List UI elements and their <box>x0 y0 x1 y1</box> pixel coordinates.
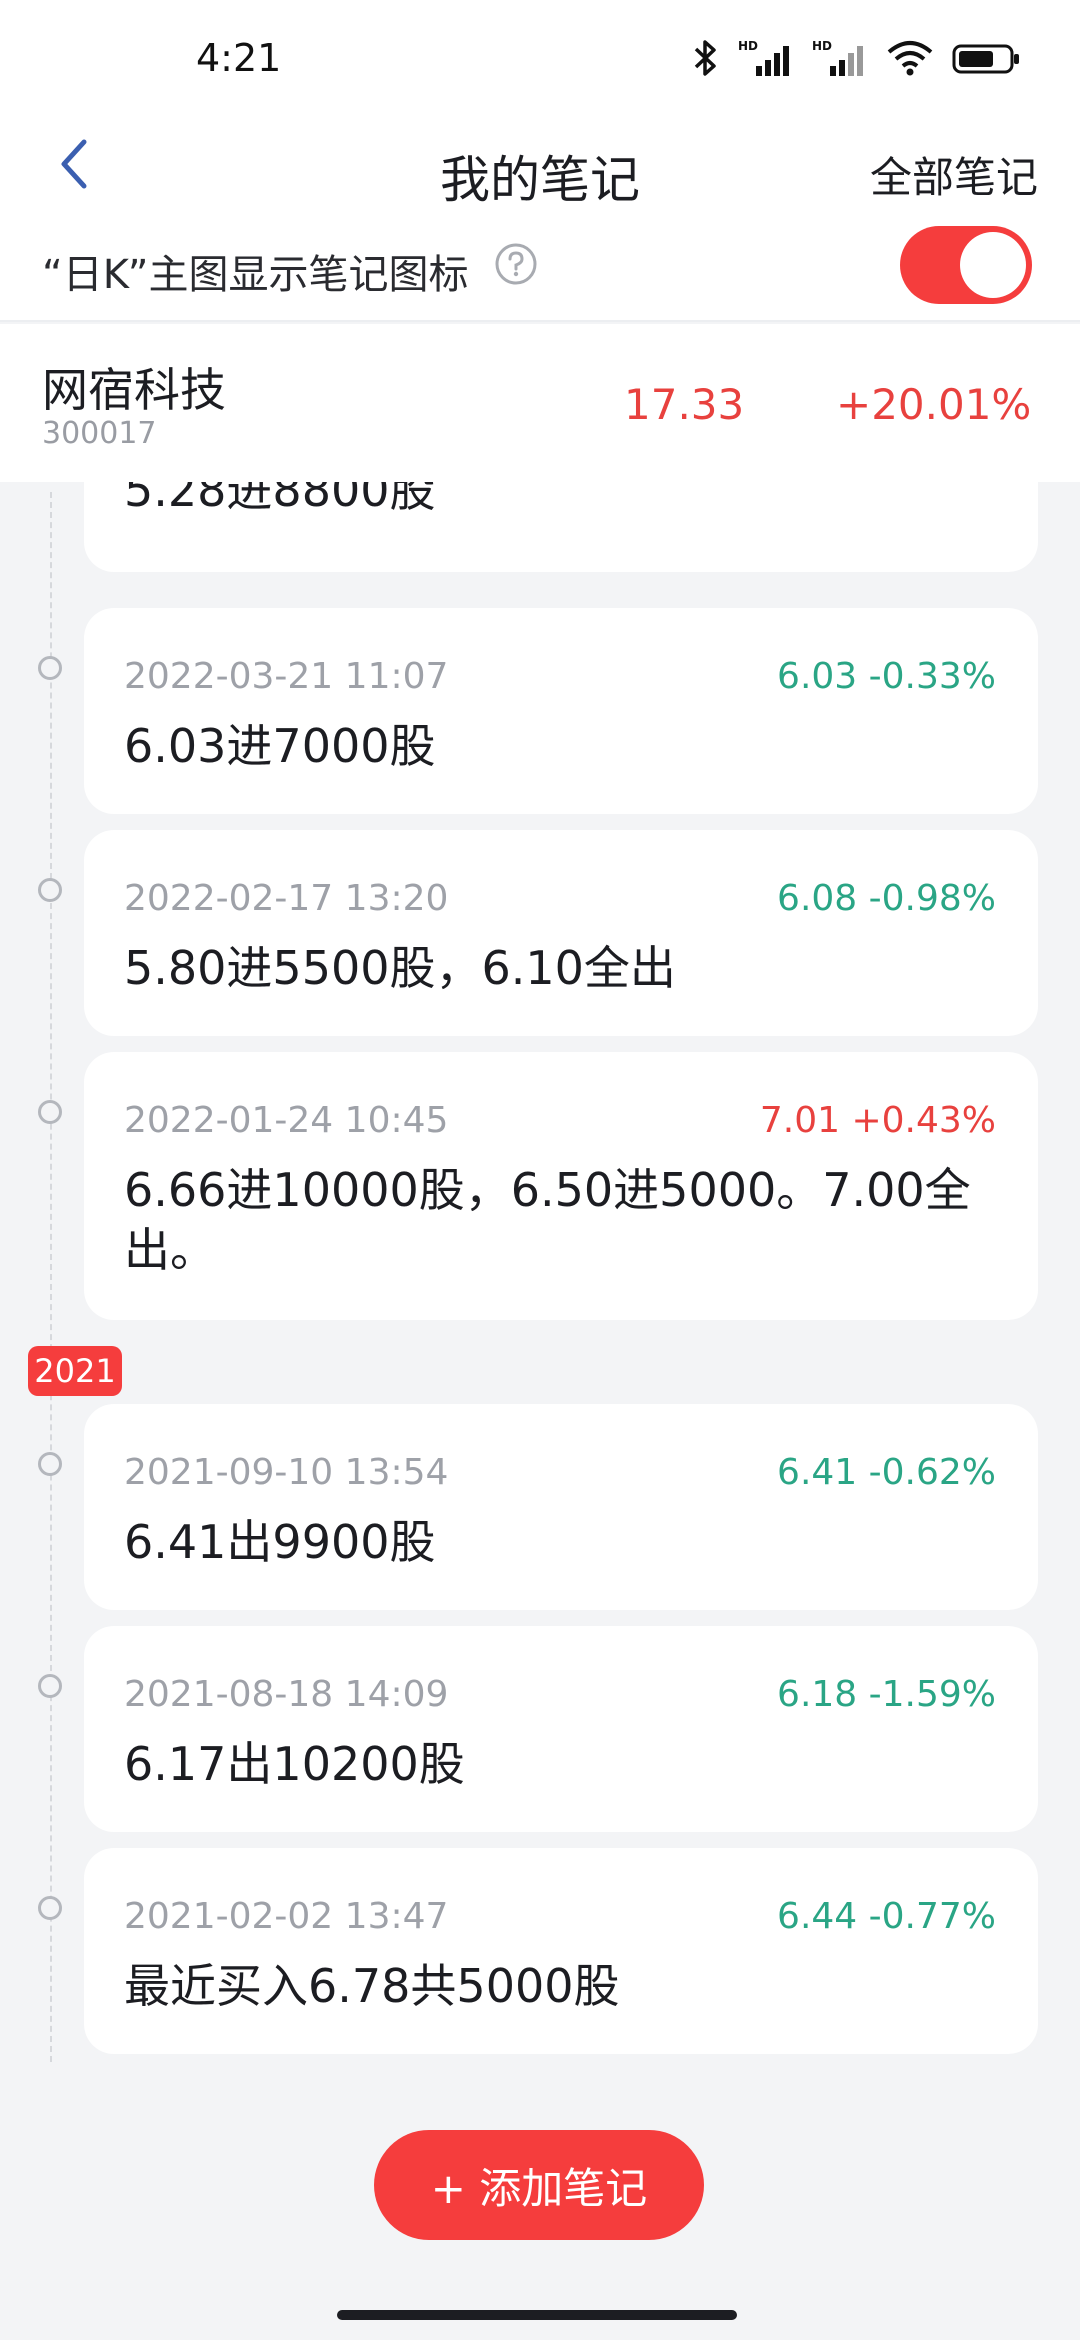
note-card[interactable]: 2021-09-10 13:54 6.41 -0.62% 6.41出9900股 <box>84 1404 1038 1610</box>
stock-code: 300017 <box>42 416 157 451</box>
note-quote: 7.01 +0.43% <box>759 1100 996 1141</box>
wifi-icon <box>886 38 934 78</box>
signal-hd-icon: HD <box>812 38 868 78</box>
timeline-dot <box>38 1100 62 1124</box>
timeline-dot <box>38 1452 62 1476</box>
all-notes-link[interactable]: 全部笔记 <box>870 144 1038 205</box>
timeline-dot <box>38 656 62 680</box>
hd-label: HD <box>738 39 758 53</box>
note-text: 6.41出9900股 <box>124 1515 436 1569</box>
year-badge: 2021 <box>28 1346 122 1396</box>
toggle-knob <box>960 232 1026 298</box>
timeline-dot <box>38 1674 62 1698</box>
note-text: 6.66进10000股，6.50进5000。7.00全出。 <box>124 1163 971 1277</box>
note-card[interactable]: 2022-03-21 11:07 6.03 -0.33% 6.03进7000股 <box>84 608 1038 814</box>
note-card[interactable]: 2022-02-17 13:20 6.08 -0.98% 5.80进5500股，… <box>84 830 1038 1036</box>
note-card[interactable]: 2021-02-02 13:47 6.44 -0.77% 最近买入6.78共50… <box>84 1848 1038 2054</box>
note-date: 2021-09-10 13:54 <box>124 1452 449 1493</box>
note-card[interactable]: 5.28进8800股 <box>84 482 1038 572</box>
note-date: 2022-01-24 10:45 <box>124 1100 449 1141</box>
add-note-button[interactable]: + 添加笔记 <box>374 2130 704 2240</box>
note-text: 6.03进7000股 <box>124 719 436 773</box>
note-card[interactable]: 2021-08-18 14:09 6.18 -1.59% 6.17出10200股 <box>84 1626 1038 1832</box>
timeline-line <box>50 492 52 2062</box>
status-icons: HD HD <box>690 38 1022 78</box>
note-text: 6.17出10200股 <box>124 1737 465 1791</box>
note-card[interactable]: 2022-01-24 10:45 7.01 +0.43% 6.66进10000股… <box>84 1052 1038 1320</box>
note-quote: 6.44 -0.77% <box>777 1896 996 1937</box>
signal-hd-icon: HD <box>738 38 794 78</box>
bluetooth-icon <box>690 38 720 78</box>
note-date: 2021-02-02 13:47 <box>124 1896 449 1937</box>
note-quote: 6.08 -0.98% <box>777 878 996 919</box>
kline-setting-label: “日K”主图显示笔记图标 <box>42 252 469 298</box>
timeline-dot <box>38 1896 62 1920</box>
note-quote: 6.03 -0.33% <box>777 656 996 697</box>
stock-name: 网宿科技 <box>42 363 226 417</box>
battery-icon <box>952 38 1022 78</box>
kline-setting-row: “日K”主图显示笔记图标 <box>0 222 1080 322</box>
nav-bar: 我的笔记 全部笔记 <box>0 110 1080 222</box>
question-circle-icon[interactable] <box>494 242 538 286</box>
kline-icon-toggle[interactable] <box>900 226 1032 304</box>
note-date: 2022-02-17 13:20 <box>124 878 449 919</box>
note-quote: 6.41 -0.62% <box>777 1452 996 1493</box>
note-quote: 6.18 -1.59% <box>777 1674 996 1715</box>
note-text: 5.80进5500股，6.10全出 <box>124 941 676 995</box>
stock-price: 17.33 <box>624 380 745 429</box>
stock-header[interactable]: 网宿科技 300017 17.33 +20.01% <box>0 324 1080 482</box>
svg-text:HD: HD <box>812 39 832 53</box>
note-date: 2021-08-18 14:09 <box>124 1674 449 1715</box>
home-indicator[interactable] <box>337 2310 737 2320</box>
status-time: 4:21 <box>196 36 282 80</box>
notes-timeline[interactable]: 5.28进8800股 2022-03-21 11:07 6.03 -0.33% … <box>0 482 1080 2062</box>
timeline-dot <box>38 878 62 902</box>
note-text: 最近买入6.78共5000股 <box>124 1959 620 2013</box>
stock-change: +20.01% <box>836 380 1032 429</box>
notes-screen: 4:21 HD HD 我的笔记 全部笔记 “日K”主图显示笔记图标 网宿科技 3… <box>0 0 1080 2340</box>
status-bar: 4:21 HD HD <box>0 0 1080 110</box>
note-date: 2022-03-21 11:07 <box>124 656 449 697</box>
note-text: 5.28进8800股 <box>124 482 436 517</box>
